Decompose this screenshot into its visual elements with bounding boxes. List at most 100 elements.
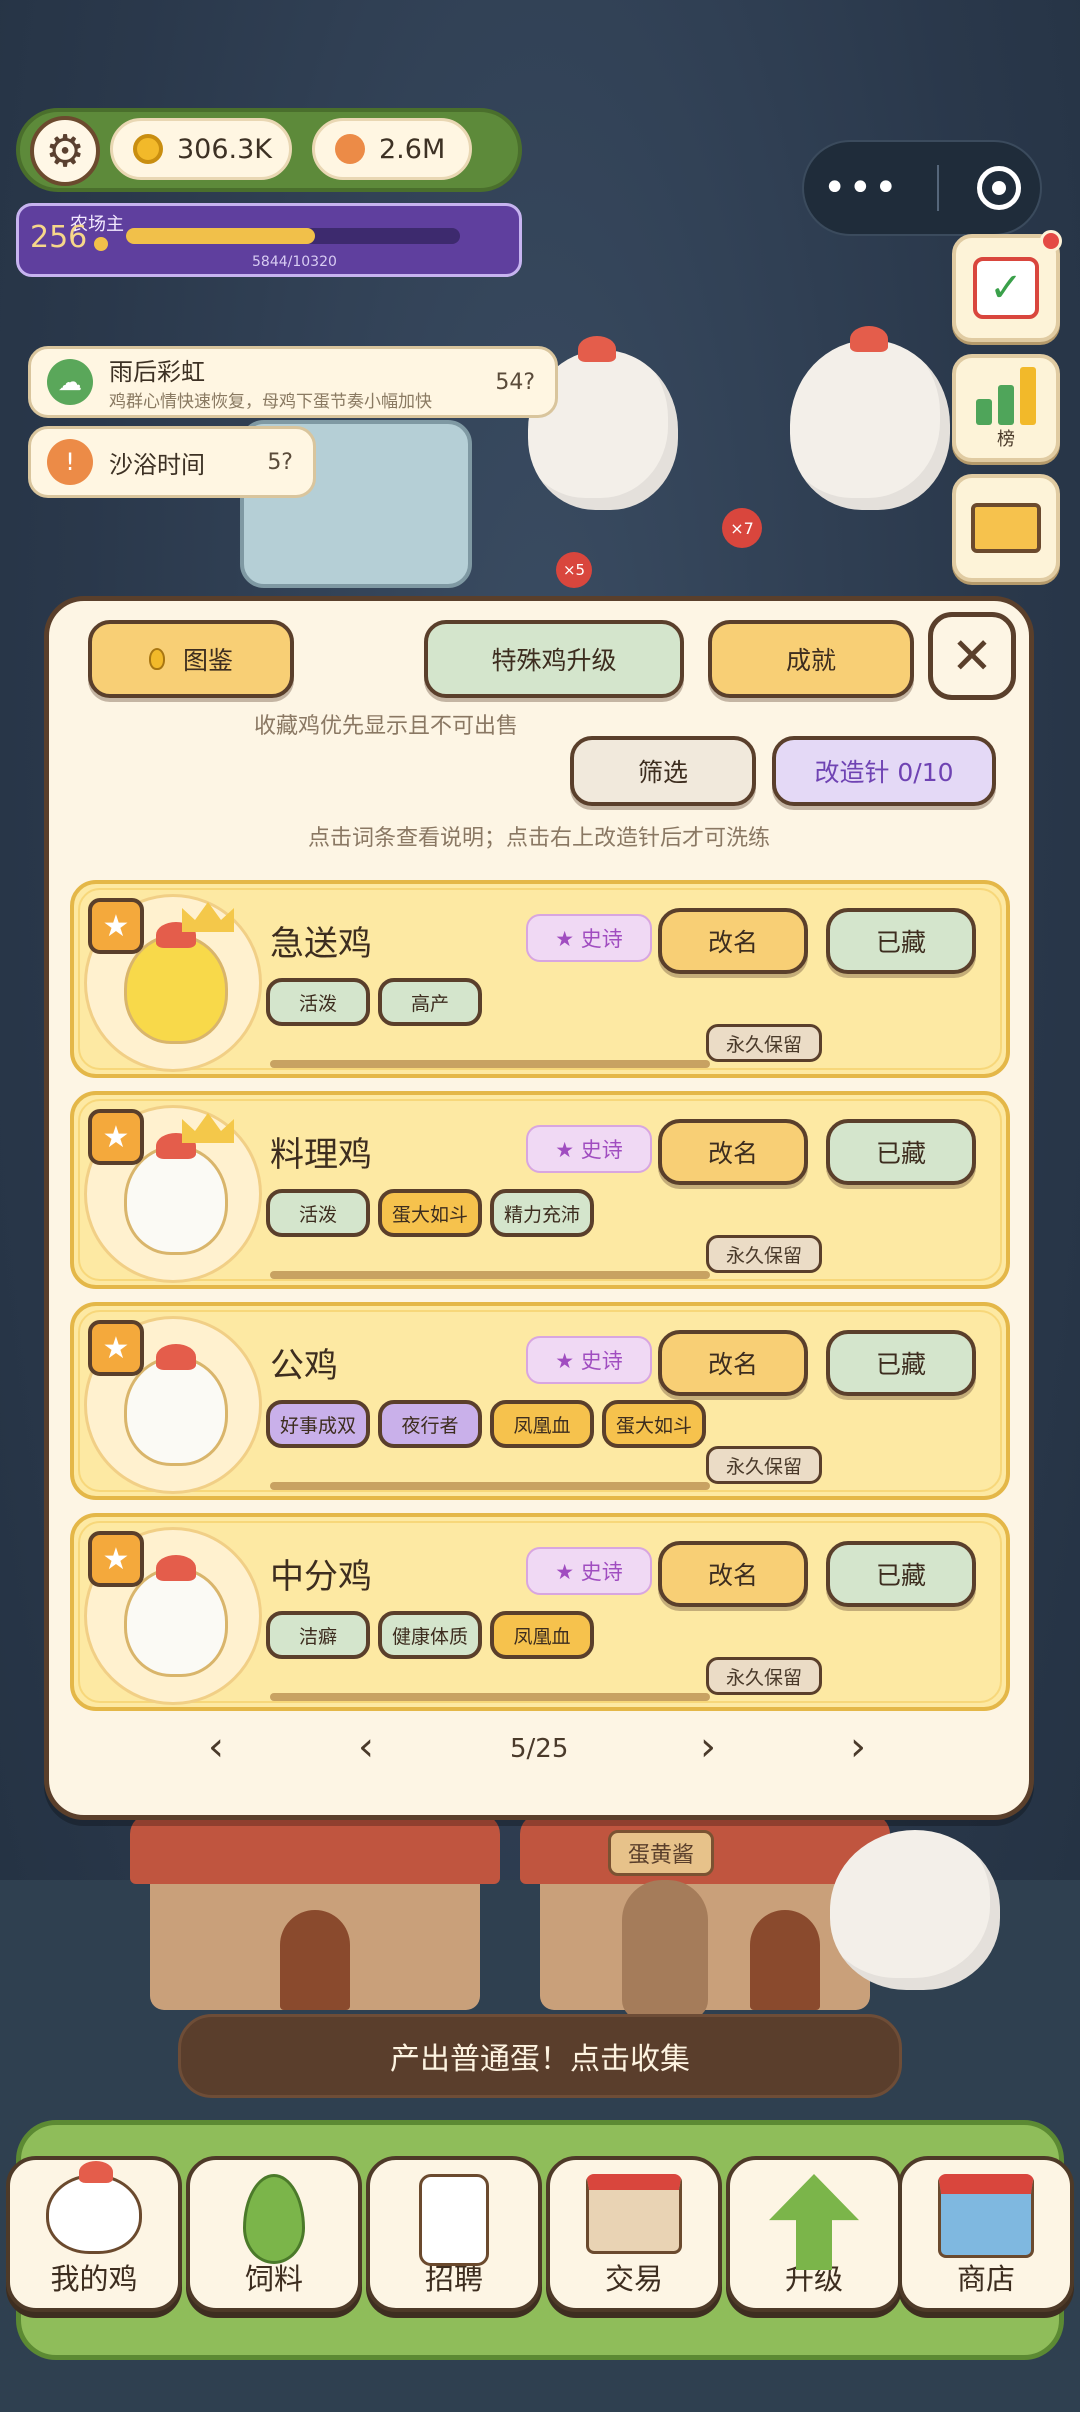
calendar-icon: ✓ — [973, 257, 1039, 319]
stored-button[interactable]: 已藏 — [826, 1330, 976, 1396]
envelope-icon — [971, 503, 1041, 553]
mail-button[interactable] — [952, 474, 1060, 582]
coin-amount: 306.3K — [177, 133, 273, 165]
collect-note: 收藏鸡优先显示且不可出售 — [254, 714, 519, 739]
tab-collection[interactable]: 图鉴 — [88, 620, 294, 698]
chicken-card[interactable]: ★ 急送鸡 ★ 史诗 改名 已藏 活泼 高产 永久保留 — [70, 880, 1010, 1078]
trait-chip[interactable]: 凤凰血 — [490, 1611, 595, 1659]
favorite-star-icon[interactable]: ★ — [88, 898, 144, 954]
trait-chip[interactable]: 活泼 — [266, 1189, 370, 1237]
close-target-icon[interactable] — [977, 166, 1022, 210]
stored-label: 已藏 — [875, 1139, 926, 1168]
chicken-card[interactable]: ★ 中分鸡 ★ 史诗 改名 已藏 洁癖 健康体质 凤凰血 永久保留 — [70, 1513, 1010, 1711]
chicken-name: 料理鸡 — [270, 1135, 372, 1175]
pager-prev-button[interactable]: ‹ — [358, 1724, 374, 1770]
tab-special-upgrade-label: 特殊鸡升级 — [491, 646, 617, 675]
close-icon: ✕ — [951, 627, 993, 685]
trait-chip[interactable]: 蛋大如斗 — [378, 1189, 483, 1237]
buff-banner-rainbow[interactable]: ☁ 雨后彩虹 鸡群心情快速恢复，母鸡下蛋节奏小幅加快 54? — [28, 346, 558, 418]
nav-recruit[interactable]: 招聘 — [366, 2156, 542, 2312]
reforge-button[interactable]: 改造针 0/10 — [772, 736, 996, 806]
trait-list: 活泼 高产 — [266, 978, 482, 1026]
pager-first-button[interactable]: ‹ — [208, 1724, 224, 1770]
buff-timer: 5? — [267, 449, 293, 475]
nav-feed[interactable]: 饲料 — [186, 2156, 362, 2312]
trait-chip[interactable]: 洁癖 — [266, 1611, 370, 1659]
rename-label: 改名 — [707, 1139, 758, 1168]
coop-building — [130, 1814, 500, 2010]
xp-dot-icon — [94, 237, 108, 251]
favorite-star-icon[interactable]: ★ — [88, 1320, 144, 1376]
chicken-comb-icon — [156, 1555, 196, 1581]
tab-achievements[interactable]: 成就 — [708, 620, 914, 698]
buff-title: 沙浴时间 — [109, 450, 205, 479]
tab-special-upgrade[interactable]: 特殊鸡升级 — [424, 620, 684, 698]
egg-counter[interactable]: 2.6M — [312, 118, 472, 180]
nav-trade[interactable]: 交易 — [546, 2156, 722, 2312]
pager-next-button[interactable]: › — [700, 1724, 716, 1770]
nav-upgrade[interactable]: 升级 — [726, 2156, 902, 2312]
cloud-icon: ☁ — [47, 359, 93, 405]
trait-chip[interactable]: 健康体质 — [378, 1611, 483, 1659]
egg-currency-icon — [335, 134, 365, 164]
keep-forever-tag[interactable]: 永久保留 — [706, 1024, 822, 1062]
trait-list: 活泼 蛋大如斗 精力充沛 — [266, 1189, 595, 1237]
nav-my-chickens[interactable]: 我的鸡 — [6, 2156, 182, 2312]
rarity-badge: ★ 史诗 — [526, 1336, 652, 1384]
dog-character — [622, 1880, 708, 2020]
filter-button[interactable]: 筛选 — [570, 736, 756, 806]
trait-chip[interactable]: 夜行者 — [378, 1400, 483, 1448]
stored-label: 已藏 — [875, 1561, 926, 1590]
rarity-badge: ★ 史诗 — [526, 914, 652, 962]
chicken-comb-icon — [156, 1344, 196, 1370]
xp-fill — [126, 228, 315, 244]
stored-button[interactable]: 已藏 — [826, 1119, 976, 1185]
pager-last-button[interactable]: › — [850, 1724, 866, 1770]
trait-chip[interactable]: 凤凰血 — [490, 1400, 595, 1448]
trait-chip[interactable]: 活泼 — [266, 978, 370, 1026]
more-icon[interactable]: ••• — [823, 165, 900, 211]
favorite-star-icon[interactable]: ★ — [88, 1109, 144, 1165]
rename-button[interactable]: 改名 — [658, 908, 808, 974]
keep-forever-tag[interactable]: 永久保留 — [706, 1446, 822, 1484]
background-hen — [790, 326, 950, 510]
buff-description: 鸡群心情快速恢复，母鸡下蛋节奏小幅加快 — [109, 392, 432, 412]
trait-chip[interactable]: 高产 — [378, 978, 482, 1026]
close-button[interactable]: ✕ — [928, 612, 1016, 700]
favorite-star-icon[interactable]: ★ — [88, 1531, 144, 1587]
notification-dot — [1040, 230, 1062, 252]
settings-button[interactable]: ⚙ — [30, 116, 100, 186]
chicken-card[interactable]: ★ 公鸡 ★ 史诗 改名 已藏 好事成双 夜行者 凤凰血 蛋大如斗 永久保留 — [70, 1302, 1010, 1500]
stored-button[interactable]: 已藏 — [826, 908, 976, 974]
keep-forever-tag[interactable]: 永久保留 — [706, 1235, 822, 1273]
chicken-name: 公鸡 — [270, 1346, 338, 1386]
player-level: 256 — [30, 220, 88, 255]
bar-chart-icon — [976, 365, 1036, 425]
stored-label: 已藏 — [875, 928, 926, 957]
chicken-card[interactable]: ★ 料理鸡 ★ 史诗 改名 已藏 活泼 蛋大如斗 精力充沛 永久保留 — [70, 1091, 1010, 1289]
collect-eggs-toast[interactable]: 产出普通蛋！点击收集 — [178, 2014, 902, 2098]
keep-forever-tag[interactable]: 永久保留 — [706, 1657, 822, 1695]
trait-chip[interactable]: 蛋大如斗 — [602, 1400, 707, 1448]
rename-button[interactable]: 改名 — [658, 1330, 808, 1396]
egg-icon — [148, 648, 165, 670]
shop-icon — [938, 2174, 1034, 2258]
calendar-button[interactable]: ✓ — [952, 234, 1060, 342]
ranking-button[interactable]: 榜 — [952, 354, 1060, 462]
buff-timer: 54? — [495, 369, 535, 395]
up-arrow-icon — [769, 2174, 859, 2270]
rename-label: 改名 — [707, 1350, 758, 1379]
rename-label: 改名 — [707, 928, 758, 957]
stored-button[interactable]: 已藏 — [826, 1541, 976, 1607]
rename-button[interactable]: 改名 — [658, 1119, 808, 1185]
tab-collection-label: 图鉴 — [182, 646, 233, 675]
buff-banner-sandbath[interactable]: ! 沙浴时间 5? — [28, 426, 316, 498]
trait-chip[interactable]: 精力充沛 — [490, 1189, 595, 1237]
egg-amount: 2.6M — [379, 133, 446, 165]
coin-counter[interactable]: 306.3K — [110, 118, 292, 180]
nav-shop[interactable]: 商店 — [898, 2156, 1074, 2312]
trait-chip[interactable]: 好事成双 — [266, 1400, 371, 1448]
rename-button[interactable]: 改名 — [658, 1541, 808, 1607]
card-progress-line — [270, 1693, 710, 1701]
rarity-badge: ★ 史诗 — [526, 1125, 652, 1173]
